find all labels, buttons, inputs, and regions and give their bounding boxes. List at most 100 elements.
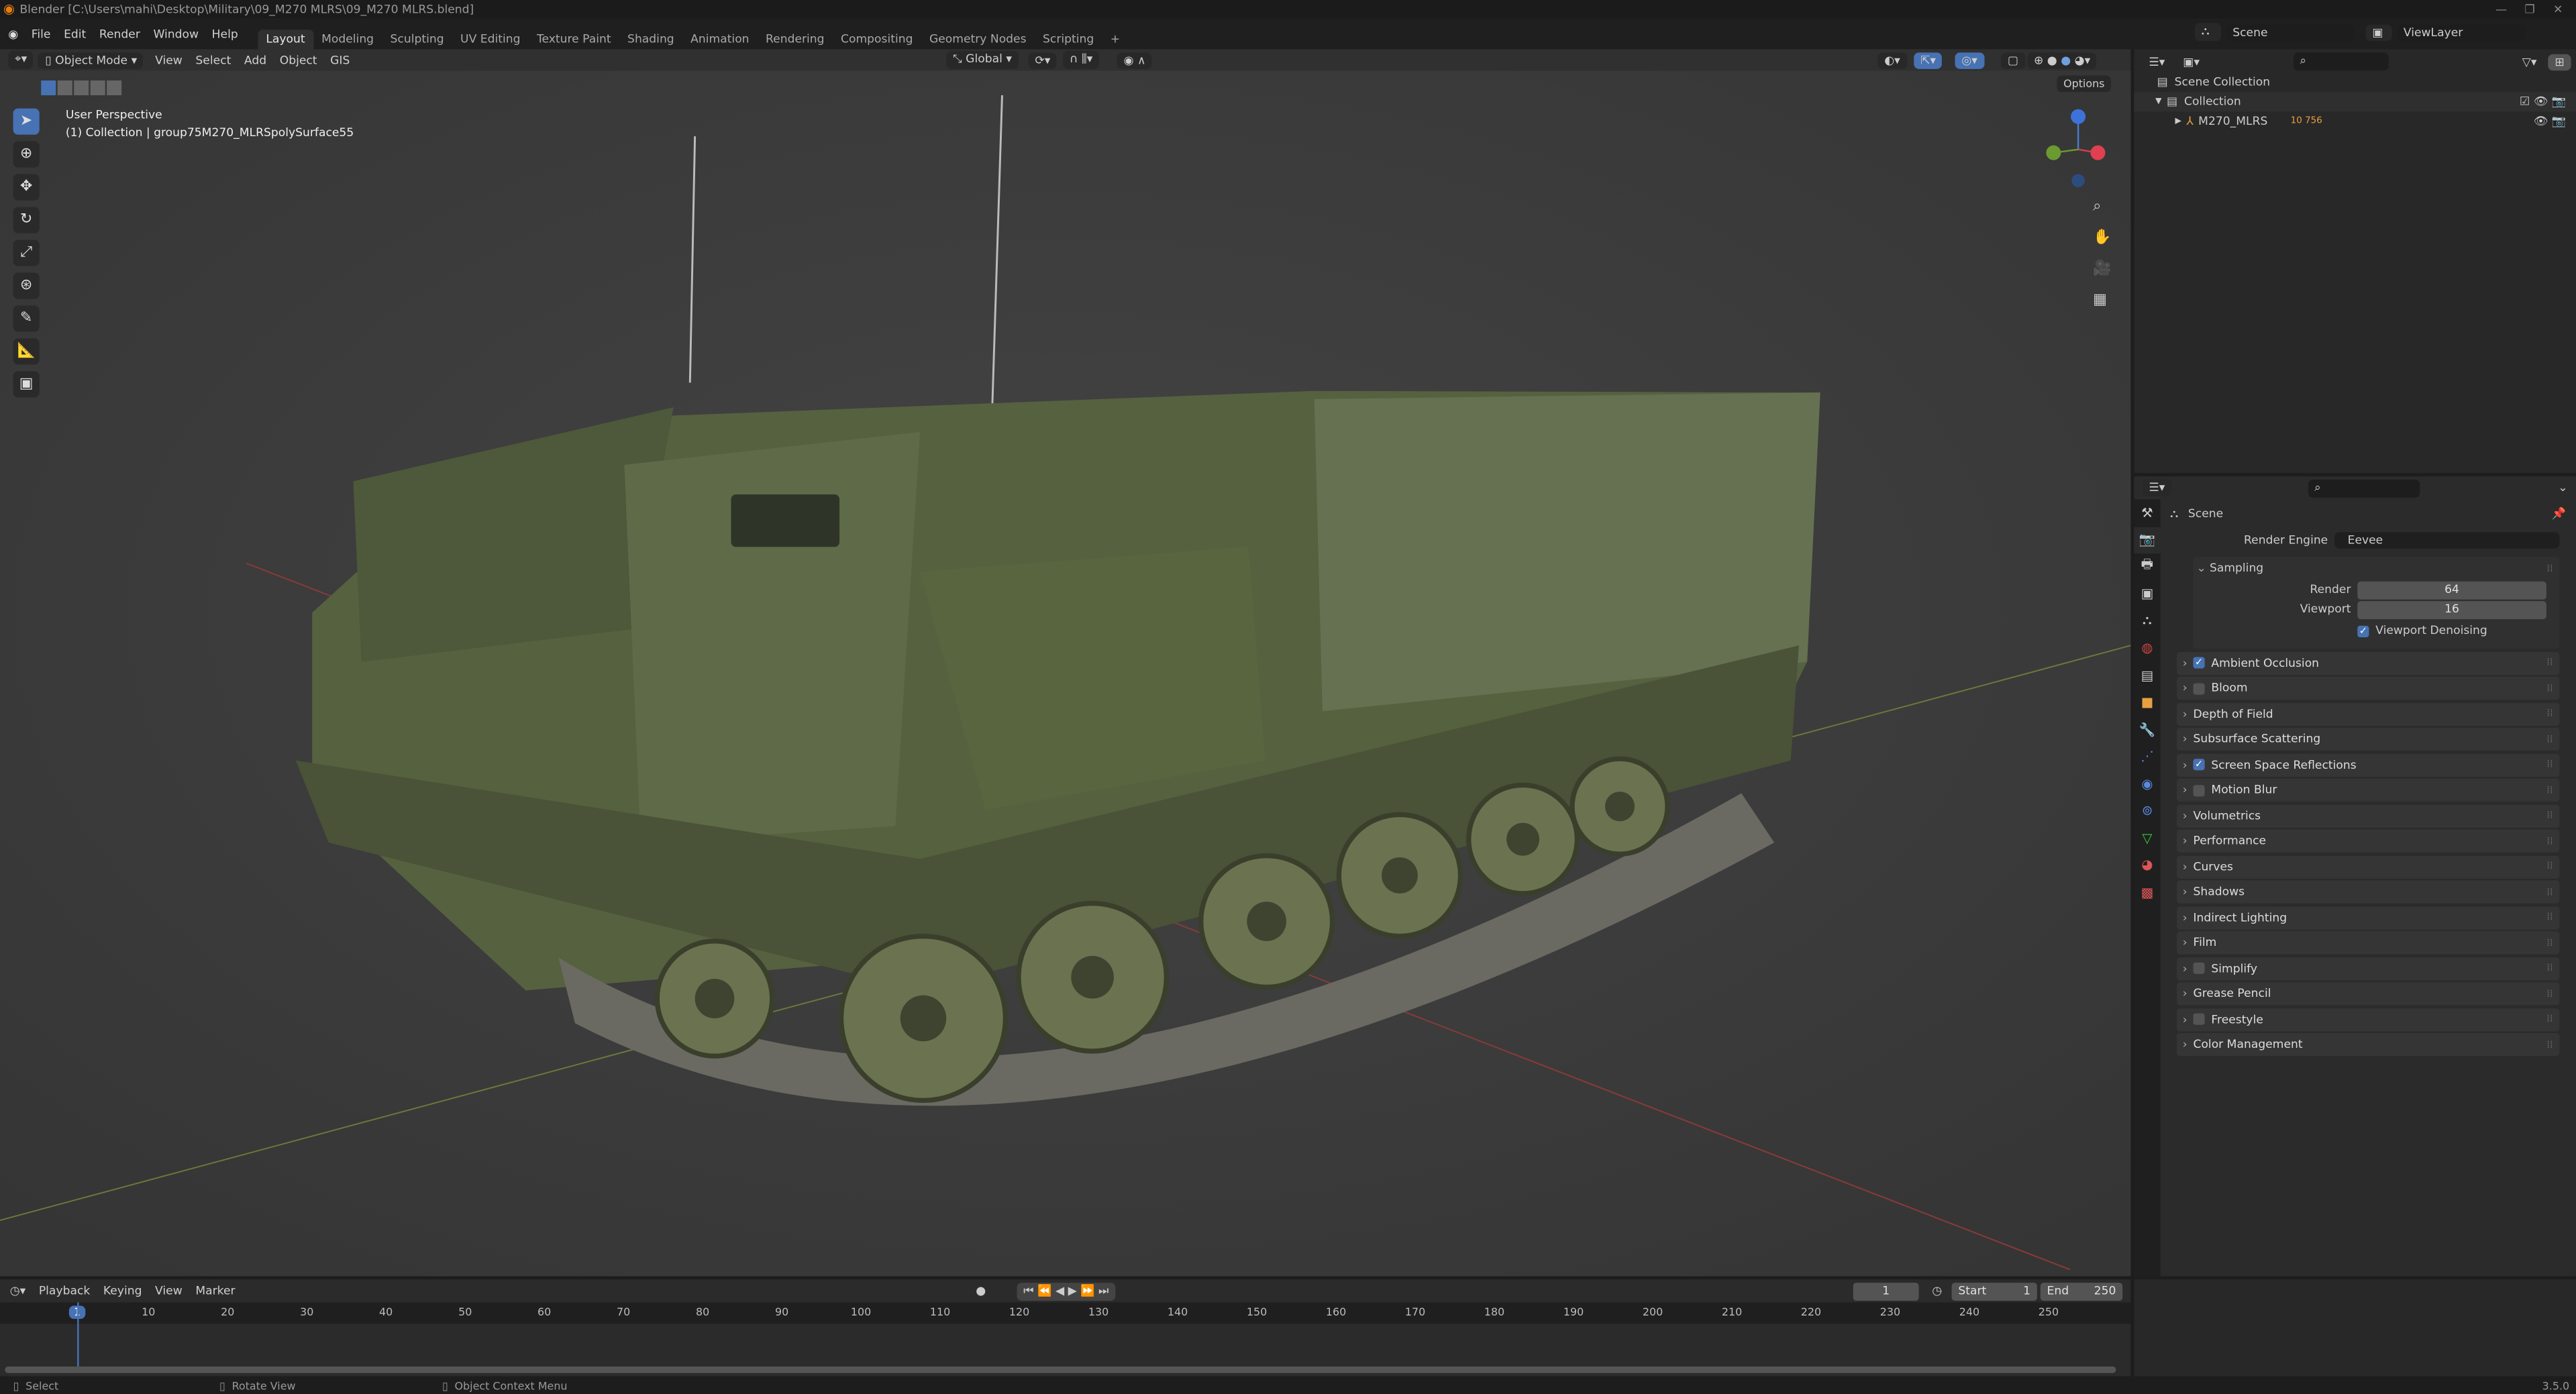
drag-grip-icon[interactable]: ⁞⁞ [2546,1039,2553,1051]
timeline-editor-type-icon[interactable]: ◷▾ [10,1285,26,1298]
render-tab-icon[interactable]: 📷 [2134,526,2161,554]
expand-icon[interactable]: › [2177,1038,2193,1051]
transform-orientation[interactable]: ⤡ Global ▾ [946,50,1019,69]
menu-render[interactable]: Render [93,27,147,40]
preview-range-icon[interactable]: ◷ [1932,1285,1942,1298]
select-extend-icon[interactable] [57,80,72,96]
render-engine-dropdown[interactable]: Eevee [2334,532,2560,549]
auto-keying-icon[interactable]: ● [976,1285,986,1298]
panel-performance[interactable]: › Performance ⁞⁞ [2176,829,2560,853]
xray-icon[interactable]: ▢ [2001,52,2025,68]
panel-color-management[interactable]: › Color Management ⁞⁞ [2176,1032,2560,1057]
frame-ruler[interactable]: 1102030405060708090100110120130140150160… [0,1302,2131,1324]
tool-tab-icon[interactable]: ⚒ [2134,499,2160,526]
viewport-samples-field[interactable]: 16 [2357,600,2546,619]
panel-motion-blur[interactable]: › Motion Blur ⁞⁞ [2176,778,2560,802]
view-layer-selector[interactable]: ViewLayer [2397,23,2526,40]
drag-grip-icon[interactable]: ⁞⁞ [2546,835,2553,847]
properties-options-icon[interactable]: ⌄ [2558,481,2567,494]
scene-tab-icon[interactable]: ⛬ [2134,608,2160,635]
start-frame-field[interactable]: Start 1 [1951,1281,2037,1300]
panel-freestyle[interactable]: › Freestyle ⁞⁞ [2176,1008,2560,1031]
maximize-icon[interactable]: ❐ [2524,3,2534,16]
panel-enable-checkbox[interactable] [2193,784,2205,796]
filter-icon[interactable]: ▽▾ [2515,53,2544,70]
outliner-search-input[interactable]: ⌕ [2293,52,2389,71]
timeline-menu-marker[interactable]: Marker [189,1285,242,1298]
viewport-menu-select[interactable]: Select [189,54,238,67]
viewport-menu-object[interactable]: Object [273,54,323,67]
expand-icon[interactable]: › [2177,809,2193,822]
mode-selector[interactable]: ▯ Object Mode ▾ [38,52,144,68]
panel-bloom[interactable]: › Bloom ⁞⁞ [2176,676,2560,700]
outliner-row-scene-collection[interactable]: ▤ Scene Collection [2134,72,2576,92]
tab-uv-editing[interactable]: UV Editing [452,30,529,49]
panel-enable-checkbox[interactable] [2193,962,2205,974]
annotate-tool-icon[interactable]: ✎ [13,305,40,332]
view-layer-icon[interactable]: ▣ [2365,23,2392,40]
outliner-display-mode-icon[interactable]: ☰▾ [2142,53,2172,70]
tab-rendering[interactable]: Rendering [758,30,833,49]
panel-enable-checkbox[interactable]: ✓ [2193,657,2205,669]
properties-editor-type-icon[interactable]: ☰▾ [2142,479,2172,496]
panel-simplify[interactable]: › Simplify ⁞⁞ [2176,957,2560,980]
playback-controls[interactable]: ⏮ ⏪ ◀ ▶ ⏩ ⏭ [1017,1281,1116,1300]
panel-volumetrics[interactable]: › Volumetrics ⁞⁞ [2176,804,2560,827]
select-mode-buttons[interactable] [41,80,122,99]
add-cube-tool-icon[interactable]: ▣ [13,371,40,398]
viewport-menu-add[interactable]: Add [238,54,273,67]
expand-icon[interactable]: › [2177,1012,2193,1026]
select-new-icon[interactable] [41,80,56,96]
collapse-icon[interactable]: ⌄ [2193,561,2209,575]
end-frame-field[interactable]: End 250 [2040,1281,2123,1300]
drag-grip-icon[interactable]: ⁞⁞ [2546,657,2553,668]
expand-arrow-icon[interactable]: ▶ [2175,117,2181,127]
navigation-gizmo[interactable] [2037,103,2119,194]
panel-grease-pencil[interactable]: › Grease Pencil ⁞⁞ [2176,982,2560,1006]
tab-compositing[interactable]: Compositing [833,30,921,49]
playhead[interactable] [77,1302,79,1369]
tab-shading[interactable]: Shading [619,30,682,49]
measure-tool-icon[interactable]: 📐 [13,338,40,365]
camera-view-icon[interactable]: 🎥 [2093,254,2111,286]
expand-icon[interactable]: › [2177,936,2193,950]
panel-subsurface-scattering[interactable]: › Subsurface Scattering ⁞⁞ [2176,727,2560,751]
output-tab-icon[interactable]: 🖶 [2134,553,2160,580]
add-workspace-button[interactable]: + [1102,30,1129,49]
expand-icon[interactable]: › [2177,758,2193,771]
panel-enable-checkbox[interactable] [2193,1013,2205,1025]
row-controls[interactable]: ☑ 👁 📷 [2520,95,2566,109]
outliner-filter-layer-icon[interactable]: ▣▾ [2176,53,2206,70]
rotate-tool-icon[interactable]: ↻ [13,207,40,233]
pivot-icon[interactable]: ⟳▾ [1028,52,1058,68]
ortho-grid-icon[interactable]: ▦ [2093,286,2111,317]
expand-icon[interactable]: › [2177,656,2193,669]
panel-shadows[interactable]: › Shadows ⁞⁞ [2176,880,2560,904]
expand-icon[interactable]: › [2177,682,2193,695]
select-invert-icon[interactable] [90,80,105,96]
drag-grip-icon[interactable]: ⁞⁞ [2546,759,2553,770]
drag-grip-icon[interactable]: ⁞⁞ [2546,810,2553,821]
drag-grip-icon[interactable]: ⁞⁞ [2546,563,2553,574]
view-layer-tab-icon[interactable]: ▣ [2134,580,2160,607]
panel-curves[interactable]: › Curves ⁞⁞ [2176,855,2560,878]
timeline-menu-keying[interactable]: Keying [97,1285,148,1298]
close-icon[interactable]: ✕ [2553,3,2563,16]
tab-sculpting[interactable]: Sculpting [382,30,452,49]
panel-ambient-occlusion[interactable]: › ✓ Ambient Occlusion ⁞⁞ [2176,651,2560,675]
sampling-header[interactable]: Sampling [2210,561,2263,575]
select-intersect-icon[interactable] [107,80,122,96]
menu-window[interactable]: Window [147,27,205,40]
tab-scripting[interactable]: Scripting [1035,30,1102,49]
menu-edit[interactable]: Edit [57,27,93,40]
outliner-row-object[interactable]: ▶ ⅄ M270_MLRS 10 756 👁 📷 [2134,111,2576,131]
editor-type-icon[interactable]: ⌖▾ [8,50,34,69]
expand-icon[interactable]: › [2177,911,2193,924]
drag-grip-icon[interactable]: ⁞⁞ [2546,861,2553,872]
panel-enable-checkbox[interactable]: ✓ [2193,759,2205,771]
drag-grip-icon[interactable]: ⁞⁞ [2546,784,2553,796]
drag-grip-icon[interactable]: ⁞⁞ [2546,963,2553,974]
expand-icon[interactable]: › [2177,707,2193,720]
scale-tool-icon[interactable]: ⤢ [13,239,40,266]
select-box-tool-icon[interactable]: ➤ [13,108,40,135]
